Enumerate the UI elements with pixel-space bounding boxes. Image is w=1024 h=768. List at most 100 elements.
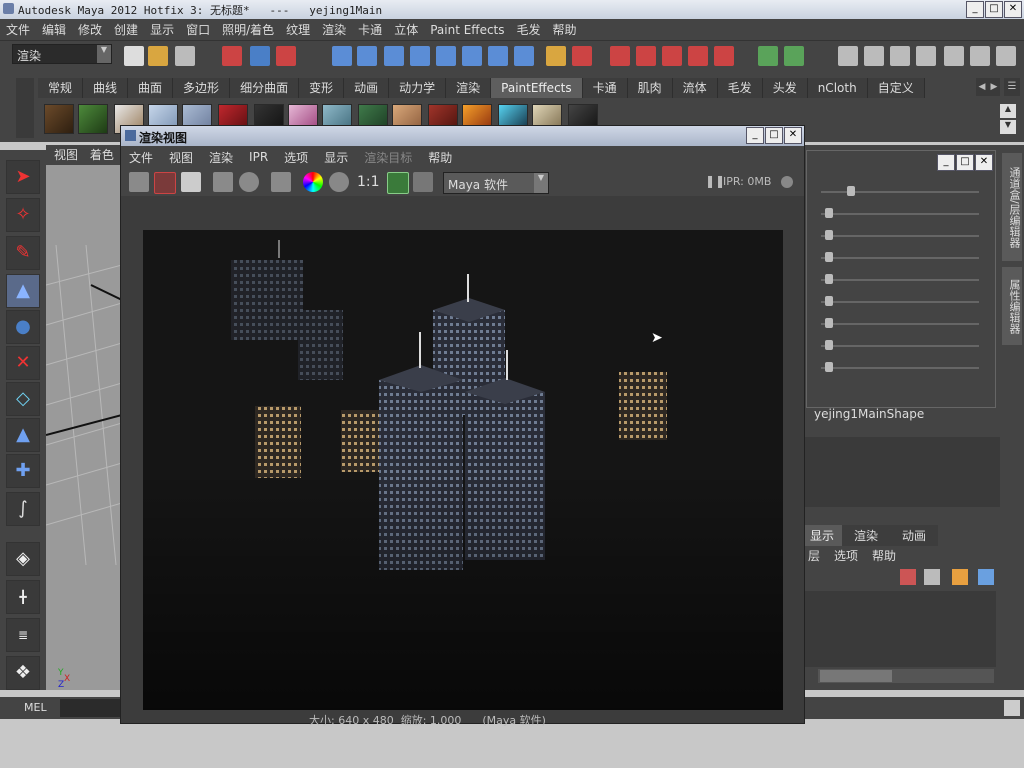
ipr-render-icon[interactable] [213,172,233,192]
snap-live-icon[interactable] [436,46,456,66]
close-button[interactable]: ✕ [1004,1,1022,18]
rv-menu-options[interactable]: 选项 [276,149,316,166]
shelf-options-handle[interactable] [16,78,34,138]
slider-knob[interactable] [825,274,833,284]
save-scene-icon[interactable] [175,46,195,66]
tool-settings-toggle-icon[interactable] [890,46,910,66]
shelf-scroll-down-icon[interactable]: ▼ [1000,120,1016,134]
attribute-slider[interactable] [821,252,979,262]
menu-edit[interactable]: 编辑 [36,21,72,38]
snap-point-icon[interactable] [384,46,404,66]
shelf-scroll-left-icon[interactable]: ◀ [976,78,988,96]
new-scene-icon[interactable] [124,46,144,66]
attribute-slider[interactable] [821,274,979,284]
minimize-button[interactable]: _ [966,1,984,18]
menu-paint-effects[interactable]: Paint Effects [424,23,510,37]
shelf-tab-curves[interactable]: 曲线 [83,78,129,98]
select-component-icon[interactable] [276,46,296,66]
shelf-tab-subdivs[interactable]: 细分曲面 [230,78,300,98]
mode-dropdown[interactable]: 渲染 ▼ [12,44,112,64]
render-view-close-button[interactable]: ✕ [784,127,802,144]
perspective-viewport[interactable]: 视图 着色 Y Z X [46,145,122,690]
refresh-ipr-icon[interactable] [239,172,259,192]
slider-knob[interactable] [825,340,833,350]
layer-menu-options[interactable]: 选项 [834,547,858,564]
snap-curve-icon[interactable] [357,46,377,66]
show-manipulator-icon[interactable]: ✚ [6,454,40,488]
script-editor-icon[interactable] [1004,700,1020,716]
side-tab-attribute-editor[interactable]: 属性编辑器 [1002,267,1022,345]
rv-menu-render[interactable]: 渲染 [201,149,241,166]
rv-menu-display[interactable]: 显示 [316,149,356,166]
render-region-icon[interactable] [572,46,592,66]
floating-panel-minimize-button[interactable]: _ [937,154,955,171]
viewport-menu-view[interactable]: 视图 [54,148,78,162]
custom-layout-icon[interactable]: ❖ [6,656,40,690]
rgb-channels-icon[interactable] [303,172,323,192]
layer-objects-icon[interactable] [978,569,994,585]
shelf-tab-general[interactable]: 常规 [38,78,84,98]
menu-stereo[interactable]: 立体 [388,21,424,38]
rv-menu-help[interactable]: 帮助 [420,149,460,166]
select-tool-icon[interactable]: ➤ [6,160,40,194]
layer-lights-icon[interactable] [952,569,968,585]
menu-create[interactable]: 创建 [108,21,144,38]
render-settings-icon[interactable] [662,46,682,66]
scale-tool-icon[interactable]: ✕ [6,346,40,380]
menu-render[interactable]: 渲染 [316,21,352,38]
attribute-slider[interactable] [821,318,979,328]
slider-knob[interactable] [825,362,833,372]
soft-mod-icon[interactable]: ▲ [6,418,40,452]
floating-panel-close-button[interactable]: ✕ [975,154,993,171]
panel-layout-icon[interactable] [944,46,964,66]
new-layer-icon[interactable] [900,569,916,585]
shelf-tab-ncloth[interactable]: nCloth [807,78,868,98]
rv-menu-ipr[interactable]: IPR [241,150,276,164]
menu-help[interactable]: 帮助 [547,21,583,38]
shelf-tab-muscle[interactable]: 肌肉 [627,78,673,98]
renderer-dropdown[interactable]: Maya 软件 ▼ [443,172,549,194]
layer-from-selected-icon[interactable] [924,569,940,585]
open-scene-icon[interactable] [148,46,168,66]
universal-manipulator-icon[interactable]: ◇ [6,382,40,416]
menu-window[interactable]: 窗口 [180,21,216,38]
side-tab-channel-box[interactable]: 通道盒/层编辑器 [1002,153,1022,261]
maximize-button[interactable]: □ [985,1,1003,18]
layer-list[interactable] [802,591,996,667]
menu-file[interactable]: 文件 [0,21,36,38]
keep-image-icon[interactable] [387,172,409,194]
ipr-render-icon[interactable] [636,46,656,66]
move-tool-icon[interactable]: ▲ [6,274,40,308]
menu-lighting[interactable]: 照明/着色 [216,21,280,38]
slider-knob[interactable] [825,252,833,262]
snap-grid-icon[interactable] [332,46,352,66]
viewport-menu-shading[interactable]: 着色 [90,148,114,162]
shelf-tab-fluids[interactable]: 流体 [672,78,718,98]
redo-previous-render-icon[interactable] [129,172,149,192]
input-ops-icon[interactable] [758,46,778,66]
render-view-maximize-button[interactable]: □ [765,127,783,144]
layer-menu-layers[interactable]: 层 [808,547,820,564]
four-view-layout-icon[interactable]: ╋ [6,580,40,614]
shelf-tab-polygons[interactable]: 多边形 [173,78,231,98]
menu-fur[interactable]: 毛发 [511,21,547,38]
shelf-tab-rendering[interactable]: 渲染 [446,78,492,98]
real-size-button[interactable]: 1:1 [357,174,380,190]
outliner-layout-icon[interactable]: ≣ [6,618,40,652]
history-icon[interactable] [462,46,482,66]
attribute-editor-toggle-icon[interactable] [864,46,884,66]
layer-horizontal-scrollbar[interactable] [818,669,994,683]
rv-menu-file[interactable]: 文件 [121,149,161,166]
lasso-tool-icon[interactable]: ✧ [6,198,40,232]
mel-label[interactable]: MEL [24,701,47,714]
shelf-tab-hair[interactable]: 头发 [762,78,808,98]
rv-menu-view[interactable]: 视图 [161,149,201,166]
attribute-slider[interactable] [821,208,979,218]
menu-toon[interactable]: 卡通 [352,21,388,38]
brush-grass-icon[interactable] [78,104,108,134]
shelf-tab-surfaces[interactable]: 曲面 [128,78,174,98]
attribute-slider[interactable] [821,230,979,240]
layer-editor-toggle-icon[interactable] [916,46,936,66]
shelf-tab-deformation[interactable]: 变形 [299,78,345,98]
menu-display[interactable]: 显示 [144,21,180,38]
